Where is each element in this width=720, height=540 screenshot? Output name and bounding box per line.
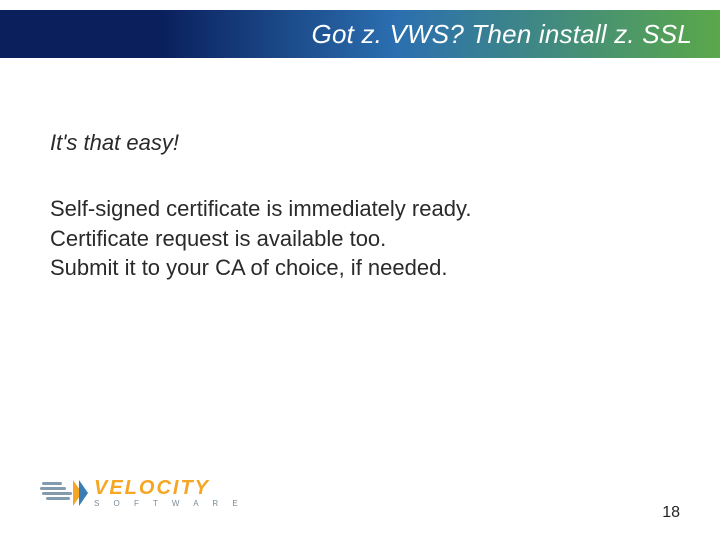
body-line: Certificate request is available too. [50,224,680,254]
title-bar: Got z. VWS? Then install z. SSL [0,10,720,58]
logo-mark-icon [40,480,86,506]
body-line: Submit it to your CA of choice, if neede… [50,253,680,283]
logo-text: VELOCITY S O F T W A R E [94,478,244,508]
body-line: Self-signed certificate is immediately r… [50,194,680,224]
slide-content: It's that easy! Self-signed certificate … [50,130,680,283]
brand-name: VELOCITY [94,478,244,498]
brand-tagline: S O F T W A R E [94,500,244,508]
slide: Got z. VWS? Then install z. SSL It's tha… [0,0,720,540]
lead-text: It's that easy! [50,130,680,156]
slide-footer: VELOCITY S O F T W A R E 18 [40,478,690,522]
page-number: 18 [662,504,680,522]
slide-title: Got z. VWS? Then install z. SSL [312,19,692,50]
chevron-icon [76,480,88,506]
brand-logo: VELOCITY S O F T W A R E [40,478,690,508]
